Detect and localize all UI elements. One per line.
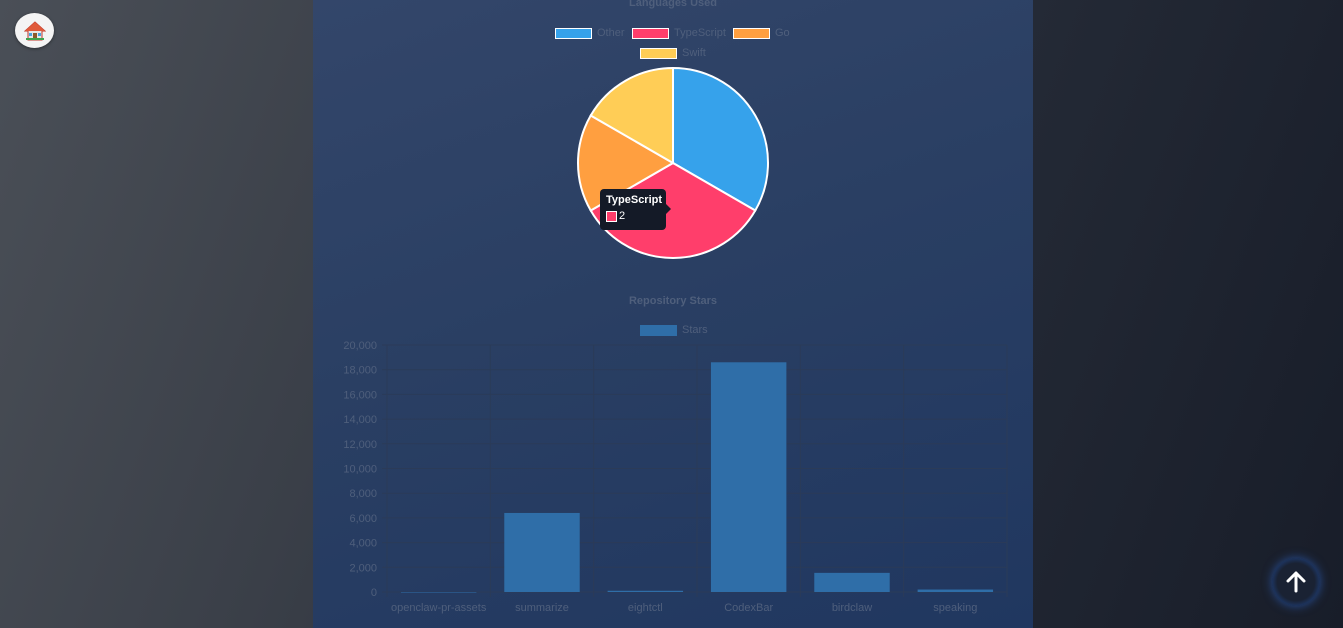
home-button[interactable] — [15, 13, 54, 48]
bar-chart-title: Repository Stars — [628, 295, 718, 307]
charts-panel: Languages Used Other TypeScript Go Swift… — [313, 0, 1033, 628]
bar-openclaw-pr-assets[interactable] — [400, 592, 477, 593]
scroll-to-top-button[interactable] — [1272, 558, 1320, 606]
y-tick-label: 2,000 — [349, 562, 377, 574]
y-tick-label: 20,000 — [343, 340, 377, 352]
tooltip-title: TypeScript — [606, 194, 663, 206]
x-tick-label: openclaw-pr-assets — [391, 602, 487, 614]
x-tick-label: CodexBar — [724, 602, 773, 614]
x-tick-label: speaking — [933, 602, 977, 614]
pie-chart — [577, 66, 769, 259]
x-tick-label: eightctl — [628, 602, 663, 614]
y-tick-label: 18,000 — [343, 365, 377, 377]
tooltip-swatch — [606, 210, 617, 222]
bar-eightctl[interactable] — [607, 590, 684, 592]
y-tick-label: 10,000 — [343, 464, 377, 476]
tooltip-value: 2 — [619, 210, 626, 222]
y-tick-label: 4,000 — [349, 538, 377, 550]
y-tick-label: 16,000 — [343, 389, 377, 401]
y-tick-label: 12,000 — [343, 439, 377, 451]
bar-birdclaw[interactable] — [814, 572, 890, 592]
y-tick-label: 14,000 — [343, 414, 377, 426]
house-icon — [23, 20, 46, 40]
pie-tooltip: TypeScript 2 — [600, 189, 671, 230]
bar-chart: 0 2,000 4,000 6,000 8,000 10,000 12,000 14,000 1… — [343, 340, 1008, 614]
bar-codexbar[interactable] — [710, 362, 787, 592]
y-tick-label: 0 — [371, 587, 377, 599]
x-tick-label: birdclaw — [832, 602, 872, 614]
x-tick-label: summarize — [515, 602, 569, 614]
legend-item-stars[interactable]: Stars — [640, 324, 708, 336]
bar-speaking[interactable] — [917, 589, 994, 592]
y-tick-label: 6,000 — [349, 513, 377, 525]
bar-summarize[interactable] — [504, 512, 580, 592]
legend-swatch — [640, 324, 677, 336]
arrow-up-icon — [1286, 571, 1306, 593]
legend-label: Stars — [682, 324, 708, 336]
y-tick-label: 8,000 — [349, 488, 377, 500]
